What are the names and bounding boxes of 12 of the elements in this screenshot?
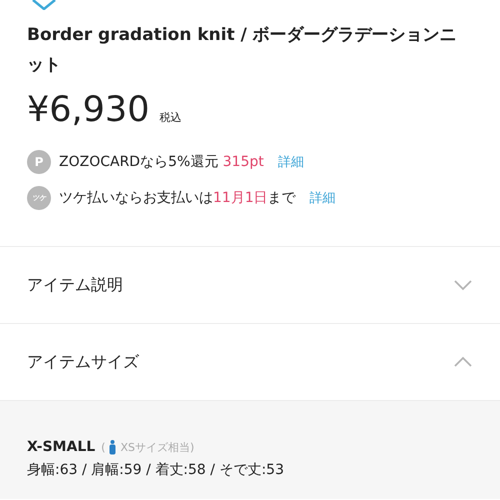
size-name: X-SMALL [27,439,96,455]
benefit-text: ツケ払いならお支払いは11月1日 まで [59,189,296,207]
section-header[interactable]: アイテム説明 [0,247,500,324]
measurements: 身幅:63 / 肩幅:59 / 着丈:58 / そで丈:53 [27,461,285,479]
paren: ( [101,440,106,454]
benefit-text: ZOZOCARDなら5%還元 315pt [59,153,264,171]
product-title: Border gradation knit / ボーダーグラデーションニット [27,24,458,77]
badge-icon: P [27,150,51,174]
person-icon [109,440,116,454]
price: ¥6,930 [27,90,150,130]
size-equivalent: XSサイズ相当) [120,440,194,454]
tax-note: 税込 [159,110,182,125]
